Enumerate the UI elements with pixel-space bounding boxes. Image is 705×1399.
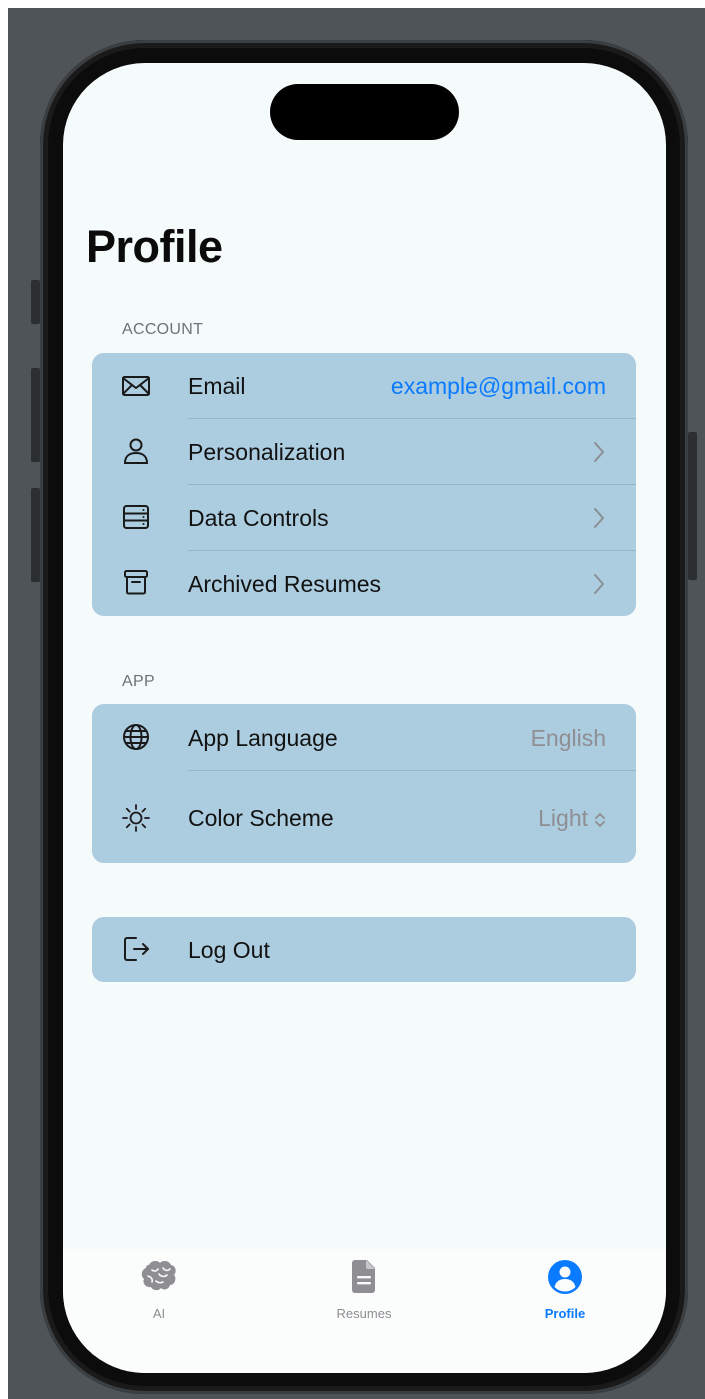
personalization-label: Personalization	[188, 439, 346, 465]
dynamic-island	[270, 84, 459, 140]
globe-icon	[121, 722, 151, 752]
app-language-value: English	[530, 725, 606, 751]
tab-ai[interactable]: AI	[99, 1257, 219, 1327]
logout-button[interactable]: Log Out	[92, 917, 636, 982]
tab-profile[interactable]: Profile	[505, 1257, 625, 1327]
tab-resumes[interactable]: Resumes	[304, 1257, 424, 1327]
tab-label-profile: Profile	[544, 1306, 586, 1321]
archive-box-icon	[121, 567, 151, 597]
color-scheme-value: Light	[538, 805, 588, 831]
data-controls-label: Data Controls	[188, 505, 329, 531]
personalization-row[interactable]: Personalization	[92, 419, 636, 484]
section-header-account: ACCOUNT	[122, 321, 204, 338]
color-scheme-label: Color Scheme	[188, 805, 334, 831]
person-icon	[121, 436, 151, 466]
app-group: App Language English Color Scheme Light	[92, 704, 636, 863]
app-language-label: App Language	[188, 725, 338, 751]
color-scheme-row[interactable]: Color Scheme Light	[92, 771, 636, 863]
tab-label-ai: AI	[152, 1306, 166, 1321]
data-controls-row[interactable]: Data Controls	[92, 485, 636, 550]
storage-icon	[121, 502, 151, 532]
volume-up-button	[31, 368, 40, 462]
app-language-row[interactable]: App Language English	[92, 704, 636, 770]
power-button	[688, 432, 697, 580]
account-group: Email example@gmail.com Personalization	[92, 353, 636, 616]
brain-icon	[141, 1257, 177, 1297]
logout-icon	[121, 934, 151, 964]
archived-resumes-row[interactable]: Archived Resumes	[92, 551, 636, 616]
section-header-app: APP	[122, 673, 155, 690]
up-down-chevron-icon	[594, 809, 606, 829]
chevron-right-icon	[592, 506, 606, 530]
tab-label-resumes: Resumes	[336, 1306, 392, 1321]
envelope-icon	[121, 371, 151, 401]
document-icon	[346, 1257, 382, 1297]
email-row[interactable]: Email example@gmail.com	[92, 353, 636, 418]
logout-group: Log Out	[92, 917, 636, 982]
tab-bar: AI Resumes Profile	[63, 1249, 666, 1373]
color-scheme-picker[interactable]: Light	[538, 805, 606, 832]
page-title: Profile	[86, 221, 223, 272]
sun-icon	[121, 803, 151, 833]
volume-down-button	[31, 488, 40, 582]
silent-switch	[31, 280, 40, 324]
archived-resumes-label: Archived Resumes	[188, 571, 382, 597]
chevron-right-icon	[592, 572, 606, 596]
person-circle-icon	[547, 1257, 583, 1297]
chevron-right-icon	[592, 440, 606, 464]
email-value[interactable]: example@gmail.com	[391, 373, 606, 400]
logout-label: Log Out	[188, 937, 270, 963]
email-label: Email	[188, 373, 246, 399]
phone-screen: Profile ACCOUNT Email example@gmail.com	[63, 63, 666, 1373]
